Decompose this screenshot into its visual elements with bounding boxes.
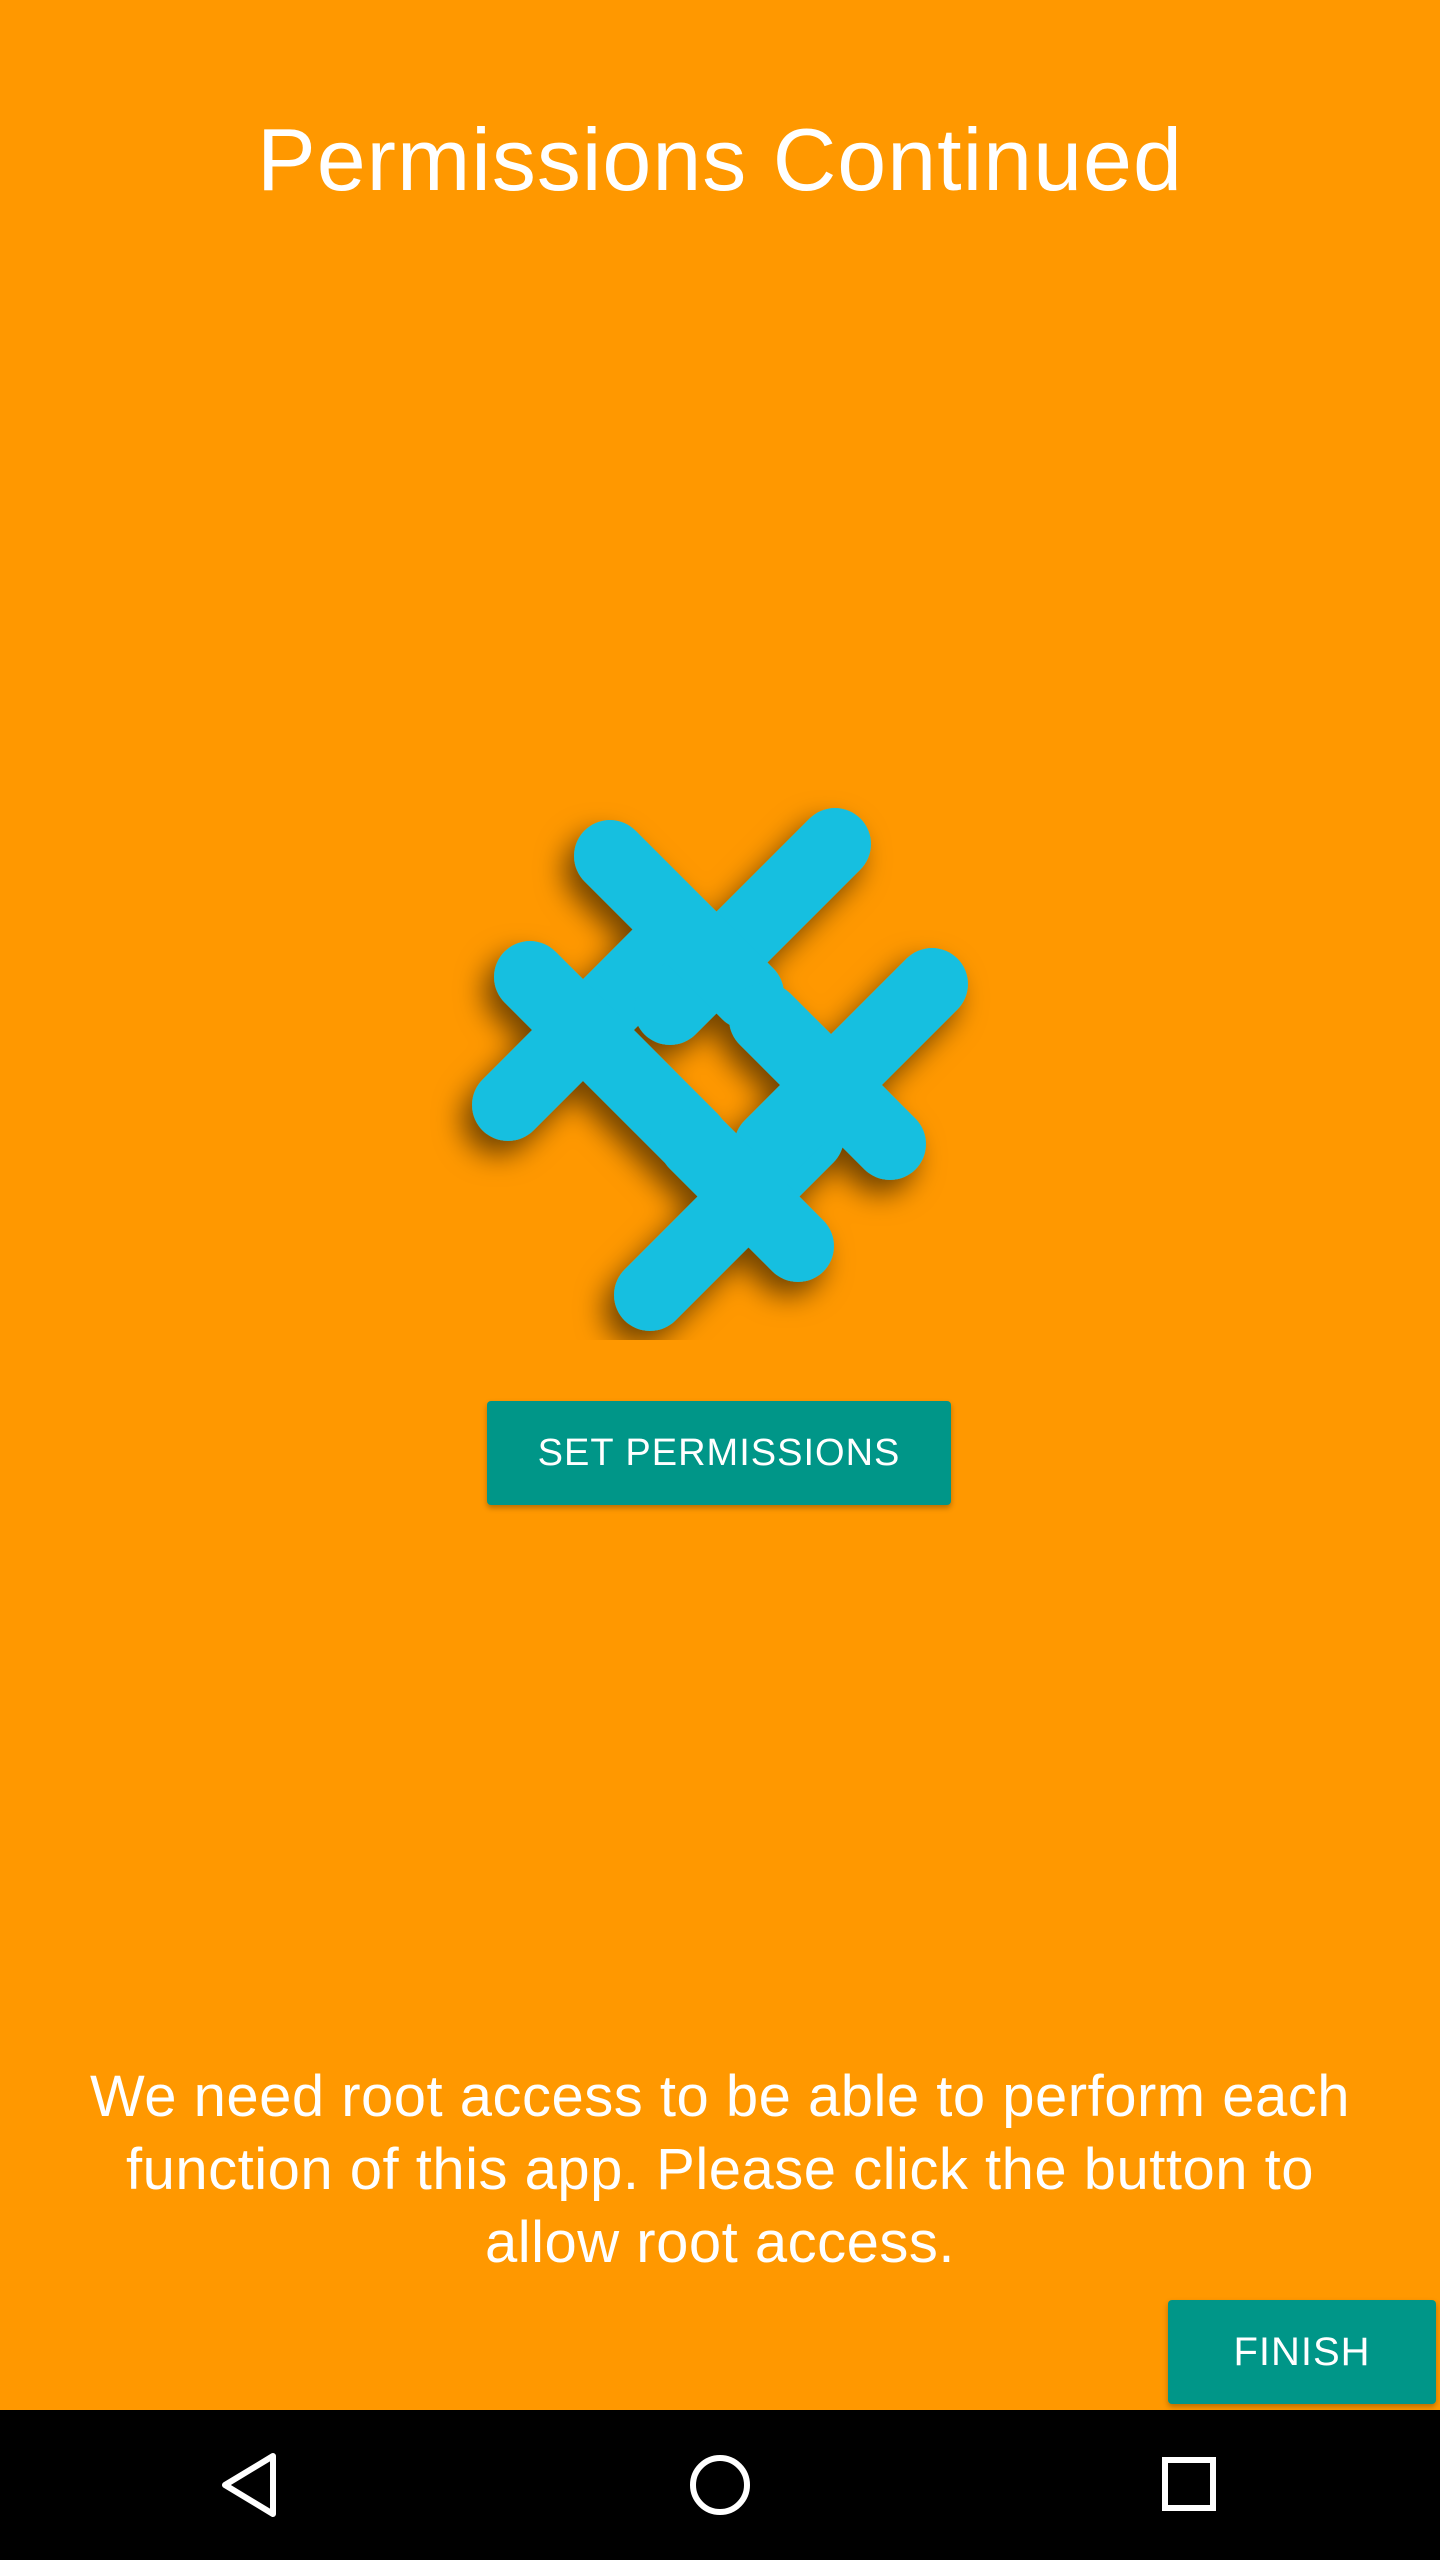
back-triangle-icon[interactable] [200, 2435, 300, 2535]
permissions-screen: Permissions Continued SET PERMISSIONS We… [0, 0, 1440, 2410]
set-permissions-button[interactable]: SET PERMISSIONS [487, 1401, 951, 1505]
root-access-message: We need root access to be able to perfor… [90, 2064, 1350, 2275]
recents-square-icon[interactable] [1140, 2435, 1240, 2535]
hashtag-logo-icon [430, 760, 1010, 1340]
home-circle-icon[interactable] [670, 2435, 770, 2535]
finish-button[interactable]: FINISH [1168, 2300, 1436, 2404]
navigation-bar [0, 2410, 1440, 2560]
page-title: Permissions Continued [257, 110, 1183, 209]
